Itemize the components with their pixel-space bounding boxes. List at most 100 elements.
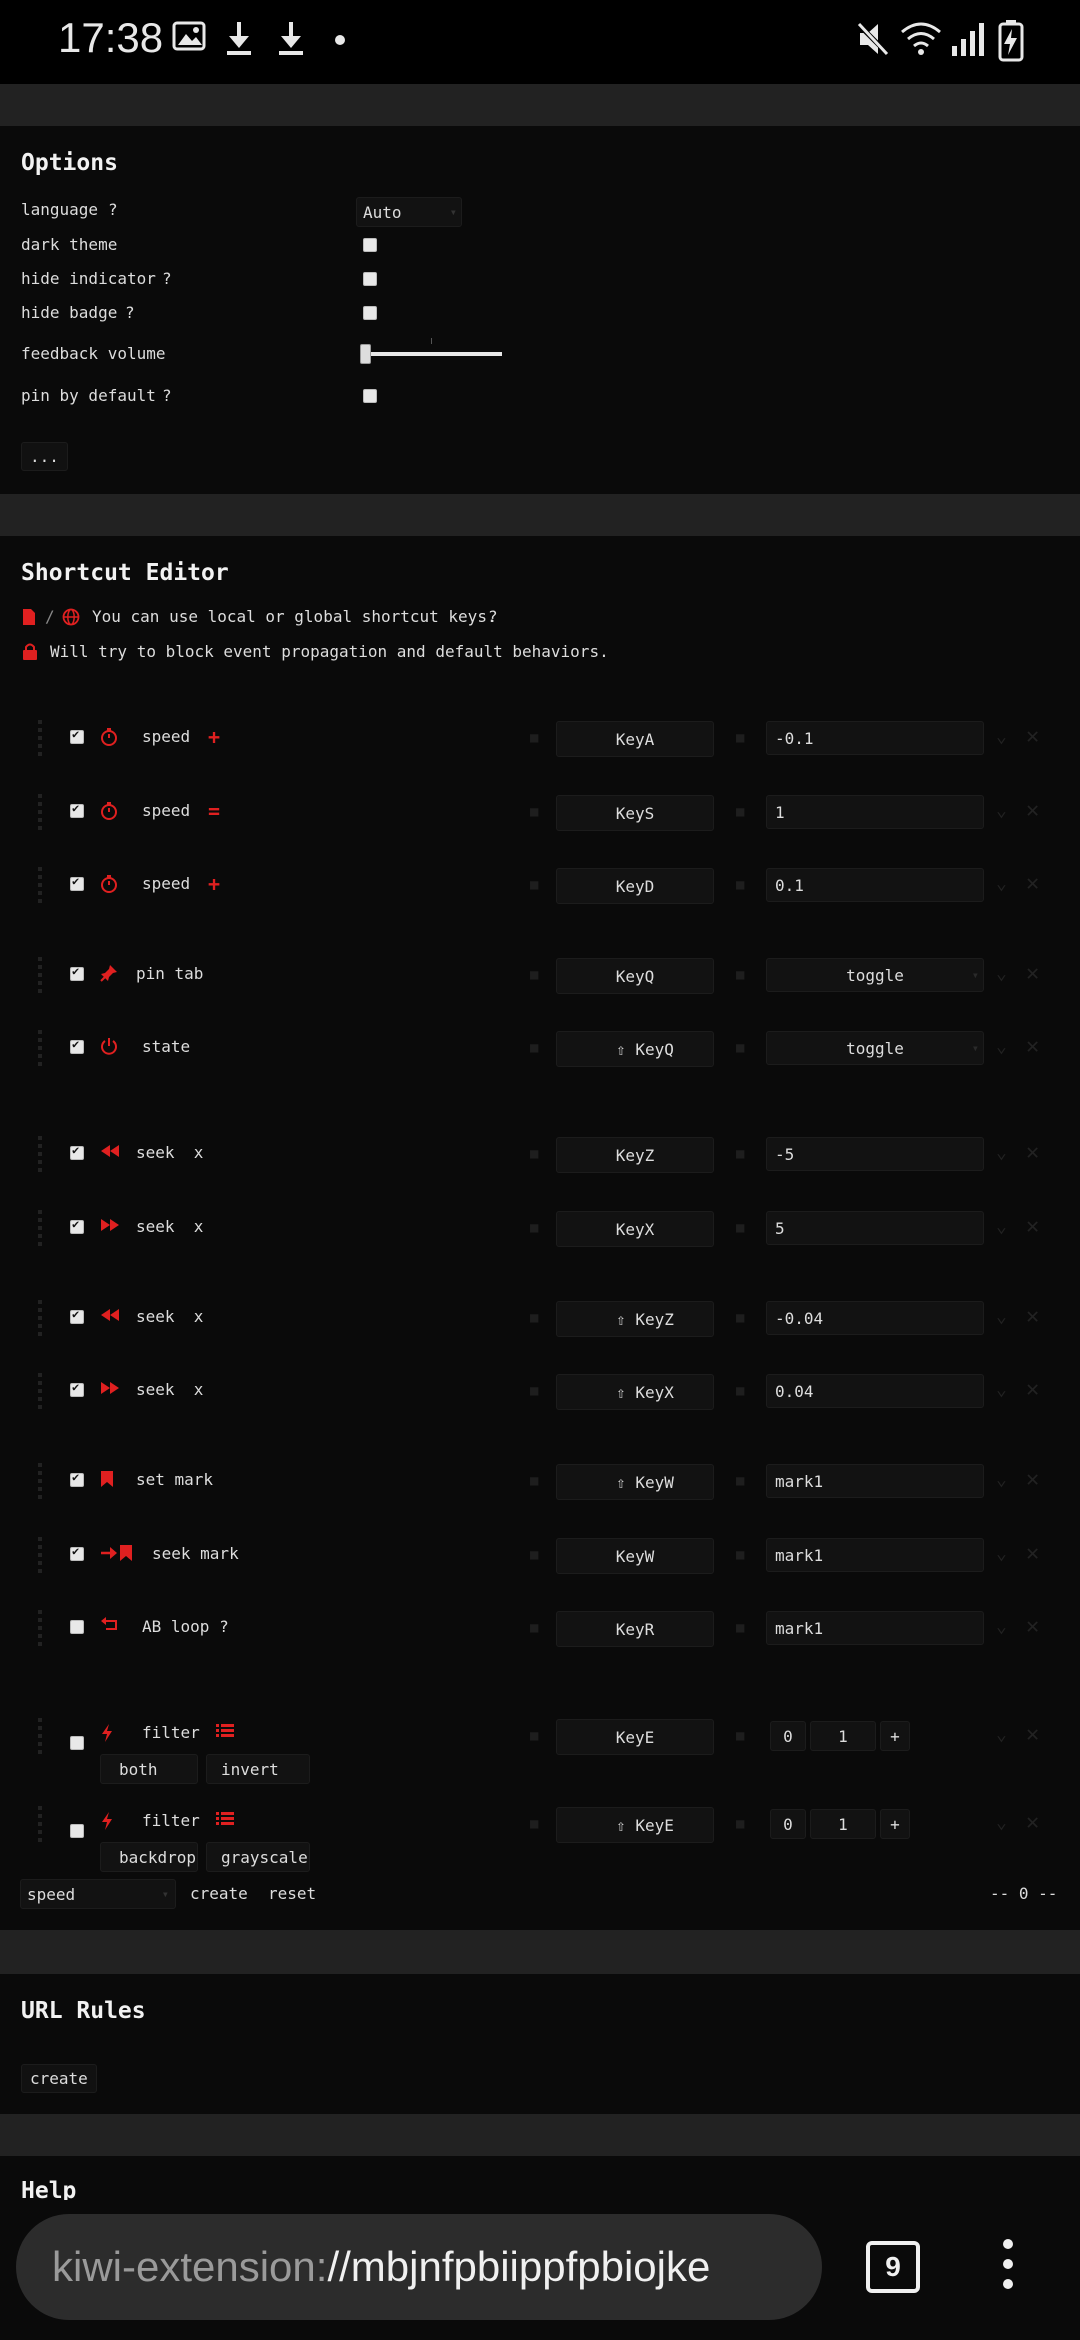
shortcut-key-input[interactable]: KeyS	[556, 795, 714, 831]
shortcut-enabled-checkbox[interactable]	[70, 1470, 84, 1487]
pin-by-default-checkbox[interactable]	[363, 389, 377, 403]
dark-theme-checkbox[interactable]	[363, 238, 377, 252]
shortcut-enabled-checkbox[interactable]	[70, 727, 84, 744]
shortcut-value-input[interactable]: 1	[766, 795, 984, 829]
shortcut-key-input[interactable]: KeyA	[556, 721, 714, 757]
lock-icon[interactable]: ■	[736, 804, 744, 820]
drag-handle[interactable]	[38, 1610, 42, 1646]
filter-add-button[interactable]: +	[880, 1809, 910, 1839]
lock-icon[interactable]: ■	[530, 1728, 538, 1744]
lock-icon[interactable]: ■	[736, 1146, 744, 1162]
lock-icon[interactable]: ■	[736, 877, 744, 893]
lock-icon[interactable]: ■	[530, 1473, 538, 1489]
shortcut-enabled-checkbox[interactable]	[70, 1217, 84, 1234]
delete-shortcut-icon[interactable]: ✕	[1026, 724, 1039, 749]
create-url-rule-button[interactable]: create	[21, 2064, 97, 2093]
create-shortcut-button[interactable]: create	[190, 1884, 248, 1903]
filter-value-to[interactable]: 1	[810, 1809, 876, 1839]
lock-icon[interactable]: ■	[530, 1383, 538, 1399]
hide-indicator-checkbox[interactable]	[363, 272, 377, 286]
shortcut-enabled-checkbox[interactable]	[70, 1380, 84, 1397]
lock-icon[interactable]: ■	[530, 1620, 538, 1636]
shortcut-enabled-checkbox[interactable]	[70, 1143, 84, 1160]
feedback-volume-slider[interactable]	[362, 352, 502, 356]
lock-icon[interactable]: ■	[736, 1547, 744, 1563]
shortcut-key-input[interactable]: KeyR	[556, 1611, 714, 1647]
shortcut-key-input[interactable]: ⇧ KeyQ	[556, 1031, 714, 1067]
shortcut-value-input[interactable]: mark1	[766, 1611, 984, 1645]
drag-handle[interactable]	[38, 794, 42, 830]
shortcut-enabled-checkbox[interactable]	[70, 1824, 84, 1838]
filter-value-from[interactable]: 0	[770, 1809, 806, 1839]
shortcut-value-input[interactable]: toggle ▾	[766, 1031, 984, 1065]
language-select[interactable]: Auto ▾	[356, 197, 462, 227]
chevron-down-icon[interactable]: ⌄	[996, 726, 1007, 747]
shortcut-value-input[interactable]: mark1	[766, 1464, 984, 1498]
delete-shortcut-icon[interactable]: ✕	[1026, 1304, 1039, 1329]
shortcut-key-input[interactable]: ⇧ KeyE	[556, 1807, 714, 1843]
drag-handle[interactable]	[38, 1806, 42, 1842]
delete-shortcut-icon[interactable]: ✕	[1026, 1377, 1039, 1402]
lock-icon[interactable]: ■	[530, 1310, 538, 1326]
chevron-down-icon[interactable]: ⌄	[996, 873, 1007, 894]
shortcut-key-input[interactable]: KeyW	[556, 1538, 714, 1574]
shortcut-value-input[interactable]: -5	[766, 1137, 984, 1171]
chevron-down-icon[interactable]: ⌄	[996, 1216, 1007, 1237]
lock-icon[interactable]: ■	[736, 967, 744, 983]
shortcut-key-input[interactable]: KeyX	[556, 1211, 714, 1247]
shortcut-enabled-checkbox[interactable]	[70, 874, 84, 891]
hide-indicator-help[interactable]: ?	[162, 269, 172, 288]
chevron-down-icon[interactable]: ⌄	[996, 1724, 1007, 1745]
shortcut-key-input[interactable]: ⇧ KeyW	[556, 1464, 714, 1500]
lock-icon[interactable]: ■	[530, 1146, 538, 1162]
lock-icon[interactable]: ■	[530, 1547, 538, 1563]
delete-shortcut-icon[interactable]: ✕	[1026, 1810, 1039, 1835]
delete-shortcut-icon[interactable]: ✕	[1026, 1214, 1039, 1239]
drag-handle[interactable]	[38, 1300, 42, 1336]
hide-badge-help[interactable]: ?	[125, 303, 135, 322]
lock-icon[interactable]: ■	[530, 1040, 538, 1056]
shortcut-key-input[interactable]: KeyE	[556, 1719, 714, 1755]
drag-handle[interactable]	[38, 867, 42, 903]
lock-icon[interactable]: ■	[530, 1816, 538, 1832]
tab-switcher-button[interactable]: 9	[866, 2241, 920, 2293]
shortcut-enabled-checkbox[interactable]	[70, 1620, 84, 1634]
shortcut-enabled-checkbox[interactable]	[70, 1307, 84, 1324]
delete-shortcut-icon[interactable]: ✕	[1026, 798, 1039, 823]
drag-handle[interactable]	[38, 957, 42, 993]
shortcut-key-input[interactable]: KeyD	[556, 868, 714, 904]
filter-value-to[interactable]: 1	[810, 1721, 876, 1751]
reset-shortcuts-button[interactable]: reset	[268, 1884, 316, 1903]
delete-shortcut-icon[interactable]: ✕	[1026, 961, 1039, 986]
lock-icon[interactable]: ■	[736, 1310, 744, 1326]
chevron-down-icon[interactable]: ⌄	[996, 1616, 1007, 1637]
lock-icon[interactable]: ■	[530, 967, 538, 983]
hide-badge-checkbox[interactable]	[363, 306, 377, 320]
shortcut-value-input[interactable]: toggle ▾	[766, 958, 984, 992]
chevron-down-icon[interactable]: ⌄	[996, 1543, 1007, 1564]
delete-shortcut-icon[interactable]: ✕	[1026, 1614, 1039, 1639]
shortcut-value-input[interactable]: 0.1	[766, 868, 984, 902]
filter-add-button[interactable]: +	[880, 1721, 910, 1751]
shortcut-enabled-checkbox[interactable]	[70, 1544, 84, 1561]
lock-icon[interactable]: ■	[736, 1473, 744, 1489]
shortcut-key-input[interactable]: KeyZ	[556, 1137, 714, 1173]
shortcut-enabled-checkbox[interactable]	[70, 1037, 84, 1054]
lock-icon[interactable]: ■	[736, 1040, 744, 1056]
info-help[interactable]: ?	[488, 607, 498, 626]
chevron-down-icon[interactable]: ⌄	[996, 1379, 1007, 1400]
shortcut-key-input[interactable]: ⇧ KeyZ	[556, 1301, 714, 1337]
lock-icon[interactable]: ■	[736, 1816, 744, 1832]
lock-icon[interactable]: ■	[530, 804, 538, 820]
chevron-down-icon[interactable]: ⌄	[996, 1306, 1007, 1327]
filter-value-from[interactable]: 0	[770, 1721, 806, 1751]
drag-handle[interactable]	[38, 1537, 42, 1573]
shortcut-value-input[interactable]: -0.04	[766, 1301, 984, 1335]
shortcut-key-input[interactable]: ⇧ KeyX	[556, 1374, 714, 1410]
more-options-button[interactable]: ...	[21, 442, 68, 471]
lock-icon[interactable]: ■	[736, 1620, 744, 1636]
command-select[interactable]: speed ▾	[20, 1879, 176, 1909]
shortcut-value-input[interactable]: mark1	[766, 1538, 984, 1572]
lock-icon[interactable]: ■	[530, 1220, 538, 1236]
drag-handle[interactable]	[38, 1136, 42, 1172]
